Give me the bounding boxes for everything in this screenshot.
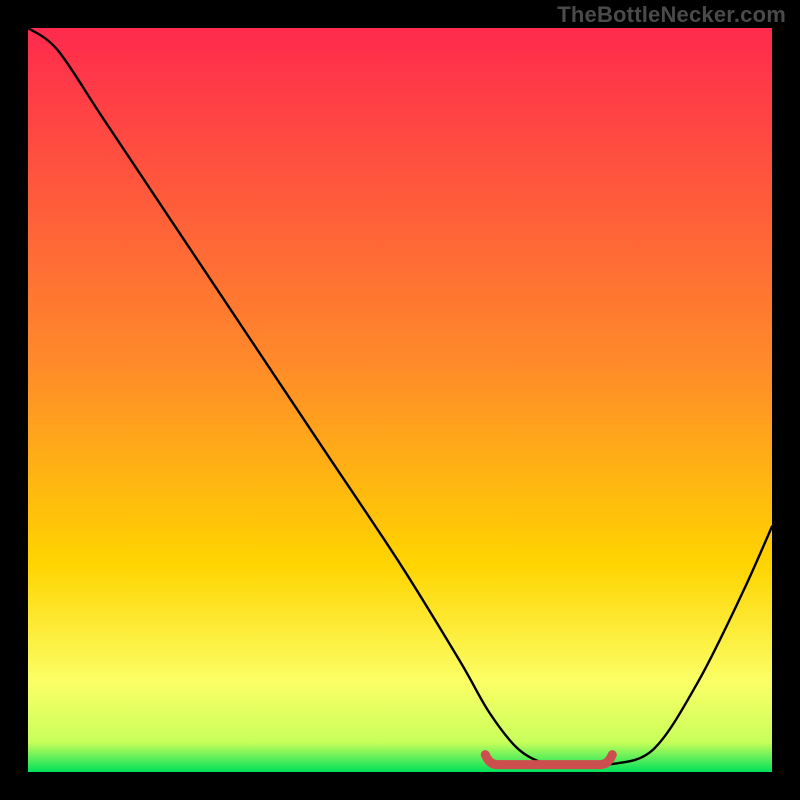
chart-frame: TheBottleNecker.com [0, 0, 800, 800]
watermark-text: TheBottleNecker.com [557, 2, 786, 28]
chart-svg [28, 28, 772, 772]
bottleneck-plot [28, 28, 772, 772]
gradient-background [28, 28, 772, 772]
